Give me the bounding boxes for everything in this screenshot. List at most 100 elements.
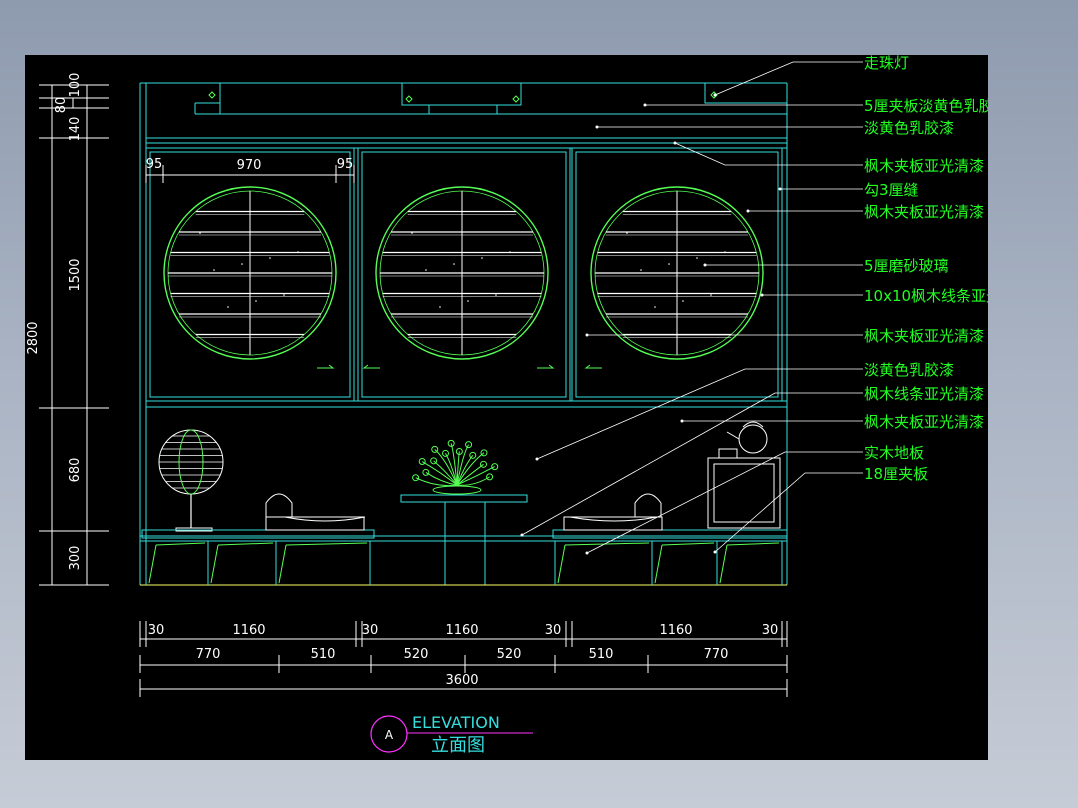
dimension-lines (39, 84, 788, 697)
soffit-right-drop (704, 83, 787, 104)
dim-r2-2: 520 (404, 647, 429, 662)
elevation-drawing: 2800 100 80 140 1500 680 300 95 970 95 3… (26, 55, 988, 756)
panel-arrow-2 (537, 364, 555, 369)
title-marker: A (385, 728, 394, 742)
speck-0-4 (255, 300, 257, 302)
panel-arrow-3 (584, 364, 602, 369)
pillow-left (265, 493, 293, 517)
table-top (400, 494, 528, 503)
dim-r1-0: 30 (148, 623, 165, 638)
speck-1-5 (481, 257, 483, 259)
speck-0-5 (269, 257, 271, 259)
base-diag-a-1 (210, 544, 219, 584)
cushion-left (265, 516, 365, 531)
label-18mm-plywood: 18厘夹板 (864, 465, 928, 483)
leader-0 (714, 61, 863, 96)
speck-2-2 (654, 306, 656, 308)
leader-10 (521, 392, 863, 536)
label-ball-light: 走珠灯 (864, 55, 909, 72)
speck-0-0 (199, 232, 201, 234)
speck-2-6 (710, 294, 712, 296)
dim-r2-0: 770 (196, 647, 221, 662)
leader-dot-11 (680, 419, 684, 423)
leader-dot-5 (746, 209, 750, 213)
dim-panel-width: 970 (237, 158, 262, 173)
leader-dot-0 (713, 93, 717, 97)
dim-v-300: 300 (68, 546, 83, 571)
panel-inner-1 (361, 151, 567, 398)
base-diag-b-2 (285, 542, 368, 546)
dim-v-1500: 1500 (68, 258, 83, 291)
dim-panel-left: 95 (146, 157, 163, 172)
panel-arrow-0 (317, 364, 335, 369)
leader-3 (674, 142, 863, 166)
dim-r1-1: 1160 (232, 623, 265, 638)
dim-r1-2: 30 (362, 623, 379, 638)
title-block: A ELEVATION 立面图 (370, 713, 533, 756)
base-diag-b-1 (217, 542, 274, 546)
ball-light-2 (512, 95, 520, 103)
soffit-center-drop (401, 83, 522, 106)
leader-dot-2 (595, 125, 599, 129)
plant-pot (432, 485, 482, 495)
label-plywood-latex: 5厘夹板淡黄色乳胶漆 (864, 97, 988, 115)
title-cn: 立面图 (431, 735, 485, 756)
cushion-detail-left (284, 516, 366, 522)
speck-1-3 (453, 263, 455, 265)
side-cabinet (707, 457, 781, 529)
tea-cup (718, 448, 738, 459)
label-frosted-glass: 5厘磨砂玻璃 (864, 257, 949, 275)
label-maple-2: 枫木夹板亚光清漆 (864, 203, 984, 221)
speck-2-1 (640, 269, 642, 271)
speck-1-6 (495, 294, 497, 296)
soffit-left-drop (195, 83, 221, 115)
dim-r1-6: 30 (762, 623, 779, 638)
leader-9 (536, 368, 863, 460)
leader-dot-7 (760, 293, 764, 297)
speck-2-7 (724, 251, 726, 253)
speck-2-0 (626, 232, 628, 234)
label-latex-1: 淡黄色乳胶漆 (864, 119, 954, 137)
base-diag-b-0 (155, 542, 206, 546)
speck-1-4 (467, 300, 469, 302)
label-maple-strip: 枫木线条亚光清漆 (864, 385, 984, 403)
dim-v-80: 80 (54, 97, 69, 114)
dim-v-100: 100 (68, 73, 83, 98)
speck-0-3 (241, 263, 243, 265)
light-box (428, 104, 498, 115)
leader-dot-4 (778, 187, 782, 191)
speck-1-2 (439, 306, 441, 308)
dim-total-height: 2800 (26, 321, 41, 354)
speck-0-1 (213, 269, 215, 271)
cad-viewport[interactable]: 2800 100 80 140 1500 680 300 95 970 95 3… (25, 55, 988, 760)
leader-dot-1 (643, 103, 647, 107)
speck-1-1 (425, 269, 427, 271)
speck-2-3 (668, 263, 670, 265)
panel-frame-1 (357, 147, 571, 402)
pillow-right (634, 493, 662, 517)
table-pedestal (444, 501, 486, 586)
leader-dot-10 (520, 533, 524, 537)
panel-arrow-1 (362, 364, 380, 369)
label-latex-2: 淡黄色乳胶漆 (864, 361, 954, 379)
leader-dot-3 (673, 141, 677, 145)
base-diag-b-4 (661, 542, 715, 546)
base-diag-b-3 (564, 542, 650, 546)
dim-r1-5: 1160 (659, 623, 692, 638)
ball-light-1 (405, 95, 413, 103)
speck-0-7 (297, 251, 299, 253)
base-diag-a-5 (719, 544, 728, 584)
label-maple-strip-10x10: 10x10枫木线条亚光清漆 (864, 287, 988, 305)
dim-panel-right: 95 (337, 157, 354, 172)
label-maple-4: 枫木夹板亚光清漆 (864, 413, 984, 431)
label-wood-floor: 实木地板 (864, 444, 924, 462)
speck-1-7 (509, 251, 511, 253)
leader-dot-9 (535, 457, 539, 461)
speck-2-4 (682, 300, 684, 302)
base-diag-b-5 (726, 542, 780, 546)
sofa-seat-right (552, 529, 788, 539)
dim-v-140: 140 (68, 117, 83, 142)
furniture-objects (140, 186, 788, 586)
teapot-spout (726, 431, 740, 440)
dim-r1-4: 30 (545, 623, 562, 638)
